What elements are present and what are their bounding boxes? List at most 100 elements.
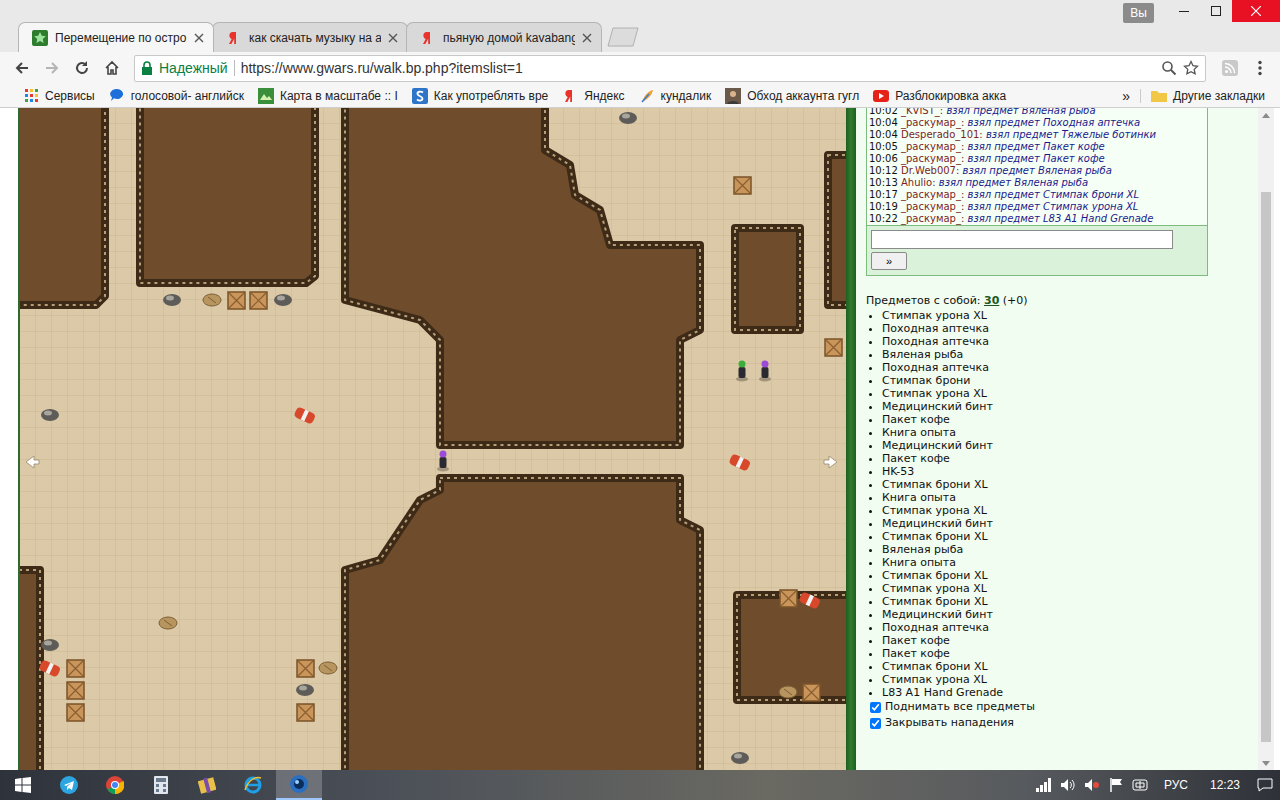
browser-tab[interactable]: пьяную домой kavabang bbox=[406, 22, 602, 52]
language-indicator[interactable]: РУС bbox=[1152, 778, 1200, 792]
flag-icon[interactable] bbox=[1104, 770, 1128, 800]
bookmark-label[interactable]: Карта в масштабе :: I bbox=[280, 89, 398, 103]
minimize-icon[interactable] bbox=[1168, 0, 1200, 22]
archive-icon[interactable] bbox=[184, 770, 230, 800]
crate[interactable] bbox=[250, 292, 267, 309]
crate[interactable] bbox=[228, 292, 245, 309]
player[interactable] bbox=[437, 451, 449, 472]
crate[interactable] bbox=[297, 660, 314, 677]
chat-name[interactable]: Dr.Web007: bbox=[901, 165, 959, 176]
bookmark-label[interactable]: Сервисы bbox=[45, 89, 95, 103]
crate[interactable] bbox=[734, 177, 751, 194]
barrel[interactable] bbox=[728, 453, 751, 471]
url-text[interactable]: https://www.gwars.ru/walk.bp.php?itemsli… bbox=[241, 60, 1155, 76]
sack[interactable] bbox=[203, 294, 221, 306]
inventory-count-link[interactable]: 30 bbox=[984, 294, 999, 307]
bookmark-label[interactable]: Обход аккаунта гугл bbox=[747, 89, 859, 103]
crate[interactable] bbox=[780, 590, 797, 607]
browser-tab[interactable]: Перемещение по остро bbox=[18, 22, 214, 52]
chat-name[interactable]: _раскумар_: bbox=[901, 141, 964, 152]
bookmark-label[interactable]: Яндекс bbox=[584, 89, 624, 103]
scrollbar[interactable] bbox=[1258, 108, 1274, 770]
bookmark[interactable]: Разблокировка акка bbox=[866, 89, 1013, 103]
crate[interactable] bbox=[297, 704, 314, 721]
calculator-icon[interactable] bbox=[138, 770, 184, 800]
bookmark-label[interactable]: кундалик bbox=[661, 89, 712, 103]
crate[interactable] bbox=[825, 339, 842, 356]
tab-label[interactable]: пьяную домой kavabang bbox=[443, 31, 575, 45]
chat-name[interactable]: _раскумар_: bbox=[901, 117, 964, 128]
windows-start-icon[interactable] bbox=[0, 770, 46, 800]
rss-icon[interactable] bbox=[1216, 54, 1244, 82]
bookmark-label[interactable]: Как употреблять вре bbox=[434, 89, 549, 103]
game-map[interactable] bbox=[20, 108, 846, 770]
chat-name[interactable]: Ahulio: bbox=[901, 177, 936, 188]
new-tab-icon[interactable] bbox=[606, 27, 640, 47]
browser-tab[interactable]: как скачать музыку на а bbox=[212, 22, 408, 52]
bookmark[interactable]: Карта в масштабе :: I bbox=[251, 88, 405, 104]
volume-icon[interactable] bbox=[1056, 770, 1080, 800]
more-bookmarks-button[interactable]: » bbox=[1112, 88, 1140, 104]
bookmark[interactable]: Как употреблять вре bbox=[405, 88, 556, 104]
barrel[interactable] bbox=[38, 659, 61, 677]
menu-icon[interactable] bbox=[1246, 54, 1274, 82]
tab-label[interactable]: Перемещение по остро bbox=[55, 31, 187, 45]
crate[interactable] bbox=[67, 704, 84, 721]
chat-name[interactable]: _KVIST_: bbox=[901, 108, 943, 116]
option-label[interactable]: Поднимать все предметы bbox=[885, 699, 1035, 715]
chat-name[interactable]: Desperado_101: bbox=[901, 129, 983, 140]
maximize-icon[interactable] bbox=[1200, 0, 1232, 22]
scroll-up-icon[interactable] bbox=[1262, 108, 1270, 122]
home-icon[interactable] bbox=[98, 54, 126, 82]
reload-icon[interactable] bbox=[68, 54, 96, 82]
close-window-icon[interactable] bbox=[1232, 0, 1280, 22]
other-bookmarks[interactable]: Другие закладки bbox=[1140, 89, 1272, 103]
profile-badge[interactable]: Вы bbox=[1123, 3, 1154, 23]
chat-name[interactable]: _раскумар_: bbox=[901, 213, 964, 224]
option-checkbox[interactable] bbox=[870, 702, 881, 713]
map-canvas[interactable] bbox=[20, 108, 846, 770]
sack[interactable] bbox=[779, 686, 797, 698]
bookmark[interactable]: Сервисы bbox=[18, 89, 102, 103]
forward-arrow-icon[interactable] bbox=[38, 54, 66, 82]
telegram-icon[interactable] bbox=[46, 770, 92, 800]
close-tab-icon[interactable] bbox=[194, 33, 204, 43]
scroll-thumb[interactable] bbox=[1261, 192, 1271, 742]
notifications-icon[interactable] bbox=[1250, 770, 1280, 800]
sack[interactable] bbox=[319, 662, 337, 674]
network-icon[interactable] bbox=[1032, 770, 1056, 800]
crate[interactable] bbox=[803, 684, 820, 701]
bookmark[interactable]: Яндекс bbox=[555, 88, 631, 104]
option-row[interactable]: Закрывать нападения bbox=[866, 715, 1244, 731]
bookmark-label[interactable]: Разблокировка акка bbox=[895, 89, 1006, 103]
option-label[interactable]: Закрывать нападения bbox=[885, 715, 1014, 731]
option-row[interactable]: Поднимать все предметы bbox=[866, 699, 1244, 715]
barrel[interactable] bbox=[798, 591, 821, 609]
chat-input[interactable] bbox=[871, 230, 1173, 249]
option-checkbox[interactable] bbox=[870, 718, 881, 729]
zoom-icon[interactable] bbox=[1161, 60, 1177, 76]
chat-name[interactable]: _раскумар_: bbox=[901, 153, 964, 164]
chat-name[interactable]: _раскумар_: bbox=[901, 189, 964, 200]
bookmark[interactable]: голосовой- английск bbox=[102, 88, 251, 104]
crate[interactable] bbox=[67, 660, 84, 677]
left-arrow-icon[interactable] bbox=[26, 456, 39, 468]
scroll-down-icon[interactable] bbox=[1262, 756, 1270, 770]
bookmark[interactable]: кундалик bbox=[632, 88, 719, 104]
other-bookmarks-label[interactable]: Другие закладки bbox=[1173, 89, 1265, 103]
input-icon[interactable] bbox=[1128, 770, 1152, 800]
close-tab-icon[interactable] bbox=[582, 33, 592, 43]
tab-label[interactable]: как скачать музыку на а bbox=[249, 31, 381, 45]
address-bar[interactable]: Надежный https://www.gwars.ru/walk.bp.php… bbox=[134, 55, 1206, 82]
bookmark-star-icon[interactable] bbox=[1183, 60, 1199, 76]
player[interactable] bbox=[736, 361, 748, 382]
chrome-icon[interactable] bbox=[92, 770, 138, 800]
barrel[interactable] bbox=[293, 406, 316, 424]
back-arrow-icon[interactable] bbox=[8, 54, 36, 82]
browser-app-icon[interactable] bbox=[276, 770, 322, 800]
bookmark[interactable]: Обход аккаунта гугл bbox=[718, 88, 866, 104]
right-arrow-icon[interactable] bbox=[824, 456, 837, 468]
close-tab-icon[interactable] bbox=[388, 33, 398, 43]
player[interactable] bbox=[759, 361, 771, 382]
security-label[interactable]: Надежный bbox=[159, 60, 228, 76]
